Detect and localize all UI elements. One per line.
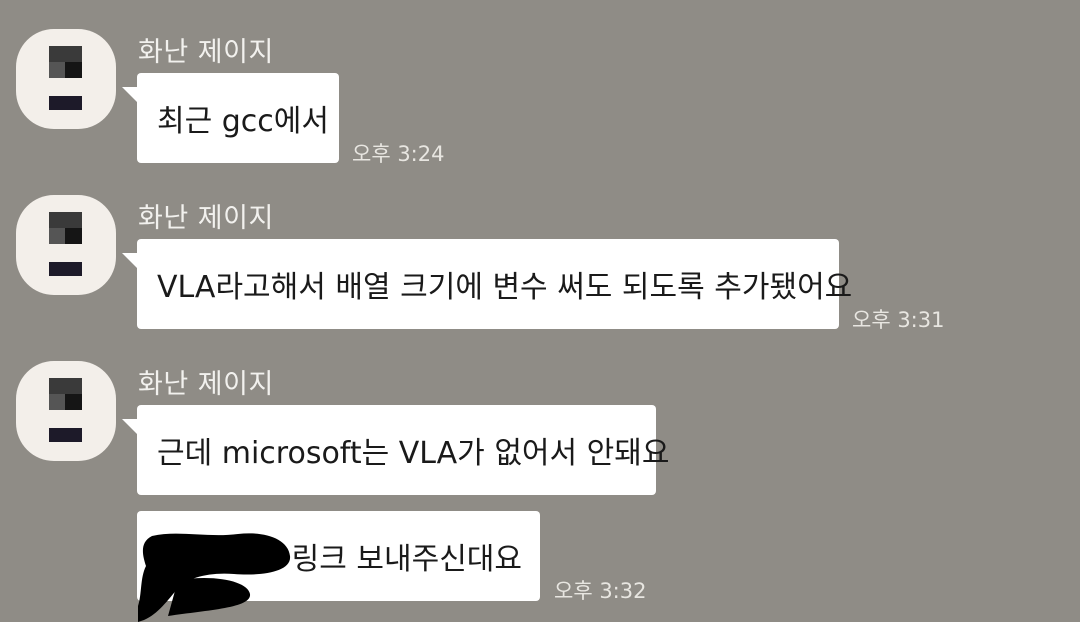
sender-avatar[interactable]: [16, 29, 116, 129]
message-time: 오후 3:32: [554, 579, 647, 603]
message-bubble[interactable]: 최근 gcc에서: [122, 73, 339, 163]
avatar-pixel: [49, 46, 82, 62]
message-text: VLA라고해서 배열 크기에 변수 써도 되도록 추가됐어요: [157, 270, 853, 305]
sender-name: 화난 제이지: [138, 203, 274, 234]
message-text: 최근 gcc에서: [157, 104, 329, 139]
avatar-pixel: [49, 228, 65, 244]
message-bubble[interactable]: 근데 microsoft는 VLA가 없어서 안돼요: [122, 405, 669, 495]
avatar-pixel: [49, 378, 82, 394]
avatar-pixel: [49, 62, 65, 78]
sender-name: 화난 제이지: [138, 37, 274, 68]
sender-avatar[interactable]: [16, 361, 116, 461]
avatar-pixel: [65, 228, 82, 244]
avatar-pixel: [65, 62, 82, 78]
redaction-mark: [138, 533, 291, 622]
avatar-pixel: [49, 428, 82, 442]
message-time: 오후 3:24: [352, 142, 445, 166]
avatar-pixel: [49, 262, 82, 276]
avatar-pixel: [49, 212, 82, 228]
sender-avatar[interactable]: [16, 195, 116, 295]
avatar-pixel: [49, 96, 82, 110]
message-time: 오후 3:31: [852, 308, 945, 332]
message-text: 근데 microsoft는 VLA가 없어서 안돼요: [157, 436, 670, 471]
sender-name: 화난 제이지: [138, 369, 274, 400]
chat-room: 화난 제이지 최근 gcc에서 오후 3:24 화난 제이지 VLA라고해서 배…: [0, 0, 1080, 622]
message-text: 링크 보내주신대요: [291, 542, 522, 577]
message-bubble[interactable]: VLA라고해서 배열 크기에 변수 써도 되도록 추가됐어요: [122, 239, 852, 329]
avatar-pixel: [65, 394, 82, 410]
avatar-pixel: [49, 394, 65, 410]
